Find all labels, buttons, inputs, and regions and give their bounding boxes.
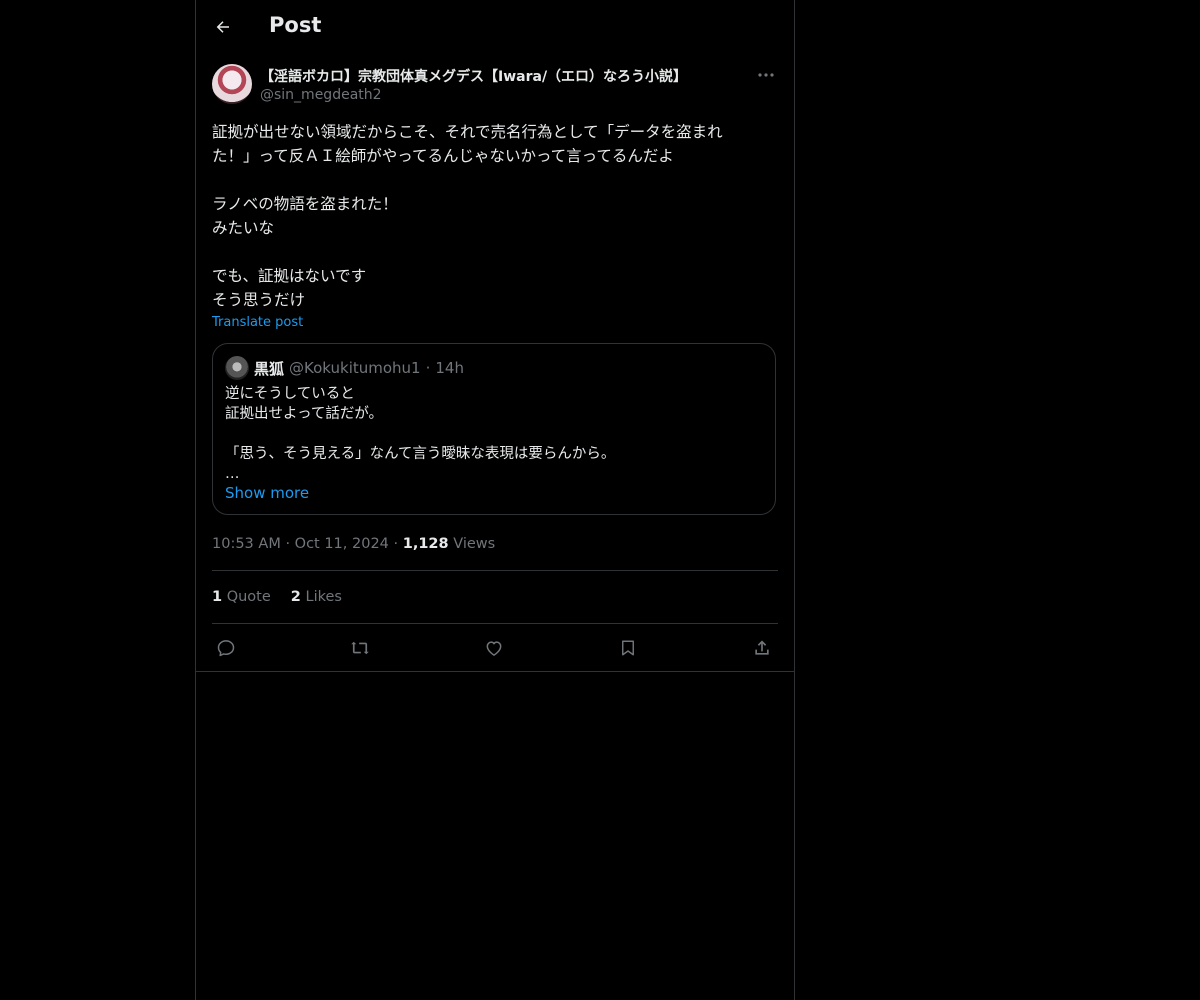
heart-icon [484,638,504,658]
quotes-stat[interactable]: 1 Quote [212,589,271,605]
arrow-left-icon [214,18,232,36]
like-button[interactable] [480,634,508,662]
show-more-link[interactable]: Show more [225,484,309,502]
divider [212,570,778,571]
post-text-line: た！」って反ＡＩ絵師がやってるんじゃないかって言ってるんだよ [212,147,674,165]
bookmark-icon [619,638,637,658]
quoted-post-header: 黒狐 @Kokukitumohu1 · 14h [225,356,464,380]
quoted-text-line: 「思う、そう見える」なんて言う曖昧な表現は要らんから。 [225,446,616,462]
post-text-line: でも、証拠はないです [212,267,367,285]
reply-icon [216,638,236,658]
share-icon [752,638,772,658]
quoted-author-name[interactable]: 黒狐 [254,358,284,379]
avatar[interactable] [212,64,252,104]
back-button[interactable] [210,14,236,40]
likes-stat[interactable]: 2 Likes [291,589,342,605]
quoted-text-line: 逆にそうしていると [225,386,355,402]
divider [196,671,794,672]
quoted-text-line: … [225,466,240,482]
post-meta: 10:53 AM · Oct 11, 2024 · 1,128 Views [212,536,495,552]
more-options-button[interactable] [754,64,778,86]
quoted-post-text: 逆にそうしていると 証拠出せよって話だが。 「思う、そう見える」なんて言う曖昧な… [225,384,765,484]
post-text-line: みたいな [212,219,275,237]
quotes-count: 1 [212,589,223,605]
author-display-name[interactable]: 【淫語ボカロ】宗教団体真メグデス【Iwara/（エロ）なろう小説】 [260,66,687,86]
repost-button[interactable] [346,634,374,662]
page-header: Post [196,0,794,54]
repost-icon [349,638,371,658]
separator-dot: · [393,536,399,552]
share-button[interactable] [748,634,776,662]
post-date[interactable]: Oct 11, 2024 [295,536,389,552]
reply-button[interactable] [212,634,240,662]
quoted-post-time[interactable]: 14h [435,359,464,377]
action-bar [212,634,778,662]
post-text-line: 証拠が出せない領域だからこそ、それで売名行為として「データを盗まれ [212,123,723,141]
post-text-line: そう思うだけ [212,291,306,309]
likes-label: Likes [305,589,342,605]
post-stats: 1 Quote 2 Likes [212,589,342,605]
post-author: 【淫語ボカロ】宗教団体真メグデス【Iwara/（エロ）なろう小説】 @sin_m… [212,64,778,108]
views-label: Views [453,536,496,552]
bookmark-button[interactable] [614,634,642,662]
post-text-line: ラノベの物語を盗まれた！ [212,195,398,213]
more-dots-icon [758,73,774,77]
author-handle[interactable]: @sin_megdeath2 [260,87,382,103]
divider [212,623,778,624]
separator-dot: · [425,359,431,377]
avatar[interactable] [225,356,249,380]
post-text: 証拠が出せない領域だからこそ、それで売名行為として「データを盗まれ た！」って反… [212,120,778,312]
likes-count: 2 [290,589,301,605]
quoted-author-handle[interactable]: @Kokukitumohu1 [289,359,421,377]
page-title: Post [269,13,322,37]
post-time[interactable]: 10:53 AM [212,536,281,552]
quotes-label: Quote [226,589,271,605]
separator-dot: · [285,536,291,552]
quoted-post[interactable]: 黒狐 @Kokukitumohu1 · 14h 逆にそうしていると 証拠出せよっ… [212,343,776,515]
main-column: Post 【淫語ボカロ】宗教団体真メグデス【Iwara/（エロ）なろう小説】 @… [195,0,795,1000]
quoted-text-line: 証拠出せよって話だが。 [225,406,384,422]
views-count: 1,128 [402,536,449,552]
translate-post-link[interactable]: Translate post [212,315,303,330]
